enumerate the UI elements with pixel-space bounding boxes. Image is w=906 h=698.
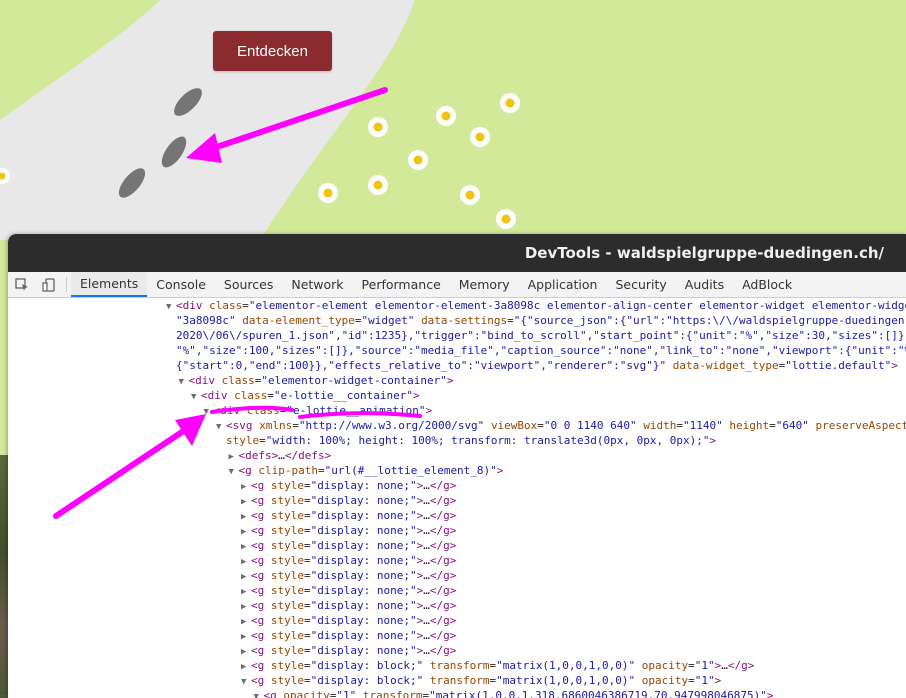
dom-tree-line[interactable]: ▶ <g style="display: none;">…</g>	[8, 583, 906, 598]
dom-tree-line-text: <g style="display: none;">…</g>	[251, 494, 457, 507]
dom-tree-line[interactable]: style="width: 100%; height: 100%; transf…	[8, 433, 906, 448]
tab-adblock[interactable]: AdBlock	[733, 272, 801, 297]
devtools-window: DevTools - waldspielgruppe-duedingen.ch/…	[8, 234, 906, 698]
dom-tree-line-text: {"start":0,"end":100}},"effects_relative…	[176, 359, 898, 372]
tab-console[interactable]: Console	[147, 272, 215, 297]
dom-tree-line[interactable]: ▶ <g style="display: none;">…</g>	[8, 643, 906, 658]
dom-tree-line[interactable]: ▶ <g style="display: none;">…</g>	[8, 568, 906, 583]
dom-tree-line[interactable]: ▶ <g style="display: none;">…</g>	[8, 613, 906, 628]
tab-performance[interactable]: Performance	[353, 272, 450, 297]
dom-tree-line[interactable]: ▼ <svg xmlns="http://www.w3.org/2000/svg"…	[8, 418, 906, 433]
dom-tree-line[interactable]: ▼ <div class="elementor-element elementor…	[8, 298, 906, 313]
tab-application[interactable]: Application	[519, 272, 607, 297]
dom-tree-line-text: "3a8098c" data-element_type="widget" dat…	[176, 314, 906, 327]
dom-tree-line[interactable]: ▶ <g style="display: none;">…</g>	[8, 508, 906, 523]
dom-tree-line-text: <div class="e-lottie__animation">	[213, 404, 433, 417]
dom-tree-line-text: <g style="display: none;">…</g>	[251, 554, 457, 567]
dom-tree-line[interactable]: "%","size":100,"sizes":[]},"source":"med…	[8, 343, 906, 358]
dom-tree-line-text: <g style="display: none;">…</g>	[251, 644, 457, 657]
dom-tree-line[interactable]: "3a8098c" data-element_type="widget" dat…	[8, 313, 906, 328]
device-toolbar-icon[interactable]	[35, 272, 62, 297]
dom-tree-line-text: <g style="display: none;">…</g>	[251, 629, 457, 642]
dom-tree-line[interactable]: ▶ <defs>…</defs>	[8, 448, 906, 463]
dom-tree-line-text: <g style="display: none;">…</g>	[251, 599, 457, 612]
tab-elements[interactable]: Elements	[71, 272, 148, 297]
dom-tree-line-text: <g style="display: none;">…</g>	[251, 524, 457, 537]
dom-tree-line-text: <g opacity="1" transform="matrix(1,0,0,1…	[263, 689, 774, 698]
dom-tree-line-text: <g style="display: none;">…</g>	[251, 584, 457, 597]
dom-tree-line-text: <g style="display: none;">…</g>	[251, 509, 457, 522]
devtools-title: DevTools - waldspielgruppe-duedingen.ch/	[524, 244, 884, 262]
elements-dom-tree[interactable]: ▼ <div class="elementor-element elementor…	[8, 298, 906, 698]
dom-tree-line[interactable]: ▶ <g style="display: none;">…</g>	[8, 598, 906, 613]
dom-tree-line-text: <div class="e-lottie__container">	[201, 389, 420, 402]
dom-tree-line[interactable]: ▶ <g style="display: none;">…</g>	[8, 628, 906, 643]
tab-audits[interactable]: Audits	[676, 272, 733, 297]
dom-tree-line[interactable]: ▶ <g style="display: block;" transform="m…	[8, 658, 906, 673]
dom-tree-line[interactable]: ▼ <div class="elementor-widget-container"…	[8, 373, 906, 388]
dom-tree-line[interactable]: ▼ <g style="display: block;" transform="m…	[8, 673, 906, 688]
dom-tree-line-text: <defs>…</defs>	[238, 449, 332, 462]
dom-tree-line-text: <g style="display: none;">…</g>	[251, 539, 457, 552]
dom-tree-line[interactable]: ▼ <g clip-path="url(#__lottie_element_8)"…	[8, 463, 906, 478]
dom-tree-line[interactable]: ▶ <g style="display: none;">…</g>	[8, 493, 906, 508]
tab-network[interactable]: Network	[282, 272, 352, 297]
left-edge-image-strip	[0, 455, 8, 698]
dom-tree-line[interactable]: {"start":0,"end":100}},"effects_relative…	[8, 358, 906, 373]
dom-tree-line-text: style="width: 100%; height: 100%; transf…	[226, 434, 717, 447]
dom-tree-line[interactable]: ▼ <div class="e-lottie__animation">	[8, 403, 906, 418]
dom-tree-line-text: <g style="display: block;" transform="ma…	[251, 674, 722, 687]
tab-memory[interactable]: Memory	[450, 272, 519, 297]
devtools-titlebar: DevTools - waldspielgruppe-duedingen.ch/	[8, 234, 906, 272]
dom-tree-line-text: <g style="display: none;">…</g>	[251, 479, 457, 492]
dom-tree-line[interactable]: ▶ <g style="display: none;">…</g>	[8, 478, 906, 493]
expand-triangle-open-icon[interactable]: ▼	[254, 690, 264, 698]
dom-tree-line-text: <g clip-path="url(#__lottie_element_8)">	[238, 464, 504, 477]
dom-tree-line-text: <svg xmlns="http://www.w3.org/2000/svg" …	[226, 419, 906, 432]
dom-tree-line-text: <g style="display: none;">…</g>	[251, 569, 457, 582]
inspect-element-icon[interactable]	[8, 272, 35, 297]
dom-tree-line-text: "%","size":100,"sizes":[]},"source":"med…	[176, 344, 906, 357]
dom-tree-line-text: <div class="elementor-widget-container">	[188, 374, 454, 387]
dom-tree-line[interactable]: ▶ <g style="display: none;">…</g>	[8, 523, 906, 538]
dom-tree-line[interactable]: 2020\/06\/spuren_1.json","id":1235},"tri…	[8, 328, 906, 343]
dom-tree-line-text: <g style="display: none;">…</g>	[251, 614, 457, 627]
devtools-tabs: Elements Console Sources Network Performance…	[71, 272, 801, 297]
dom-tree-line-text: <div class="elementor-element elementor-…	[176, 299, 906, 312]
discover-button[interactable]: Entdecken	[213, 31, 332, 71]
tab-sources[interactable]: Sources	[215, 272, 282, 297]
dom-tree-line[interactable]: ▶ <g style="display: none;">…</g>	[8, 538, 906, 553]
dom-tree-line[interactable]: ▼ <g opacity="1" transform="matrix(1,0,0,…	[8, 688, 906, 698]
dom-tree-line[interactable]: ▼ <div class="e-lottie__container">	[8, 388, 906, 403]
dom-tree-line[interactable]: ▶ <g style="display: none;">…</g>	[8, 553, 906, 568]
tab-security[interactable]: Security	[606, 272, 675, 297]
dom-tree-line-text: <g style="display: block;" transform="ma…	[251, 659, 755, 672]
dom-tree-line-text: 2020\/06\/spuren_1.json","id":1235},"tri…	[176, 329, 906, 342]
toolbar-divider	[66, 277, 67, 292]
devtools-toolbar: Elements Console Sources Network Performance…	[8, 272, 906, 298]
